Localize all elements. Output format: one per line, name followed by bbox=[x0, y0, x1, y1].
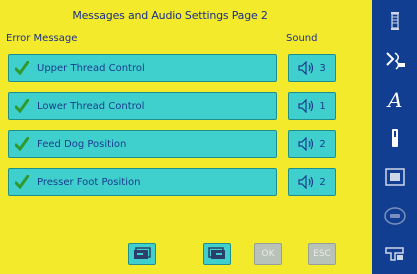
speaker-icon bbox=[298, 99, 314, 113]
sound-level: 2 bbox=[319, 176, 326, 188]
row-lower-thread-control[interactable]: Lower Thread Control bbox=[8, 92, 277, 120]
page-forward-button[interactable] bbox=[203, 243, 231, 265]
row-label: Feed Dog Position bbox=[37, 138, 127, 150]
sound-button-presser-foot[interactable]: 2 bbox=[288, 168, 336, 196]
sound-level: 3 bbox=[319, 62, 326, 74]
embroidery-frame-icon bbox=[384, 168, 405, 186]
sound-level: 2 bbox=[319, 138, 326, 150]
sound-button-lower-thread[interactable]: 1 bbox=[288, 92, 336, 120]
checkmark-icon bbox=[15, 99, 29, 113]
error-message-header: Error Message bbox=[6, 33, 78, 44]
machine-icon bbox=[384, 247, 404, 261]
sound-button-upper-thread[interactable]: 3 bbox=[288, 54, 336, 82]
checkmark-icon bbox=[15, 137, 29, 151]
settings-panel: Messages and Audio Settings Page 2 Error… bbox=[0, 0, 370, 274]
row-presser-foot-position[interactable]: Presser Foot Position bbox=[8, 168, 277, 196]
ok-label: OK bbox=[261, 249, 275, 259]
row-label: Upper Thread Control bbox=[37, 62, 145, 74]
sidebar: A bbox=[372, 0, 417, 274]
speaker-icon bbox=[298, 137, 314, 151]
letter-a-icon: A bbox=[386, 88, 402, 110]
buttonhole-icon bbox=[383, 207, 406, 225]
speaker-icon bbox=[298, 61, 314, 75]
sound-button-feed-dog[interactable]: 2 bbox=[288, 130, 336, 158]
sound-header: Sound bbox=[286, 33, 318, 44]
spool-button[interactable] bbox=[379, 8, 410, 34]
svg-text:A: A bbox=[386, 88, 402, 110]
page-title: Messages and Audio Settings Page 2 bbox=[72, 9, 268, 22]
row-label: Presser Foot Position bbox=[37, 176, 141, 188]
sound-level: 1 bbox=[319, 100, 326, 112]
page-back-icon bbox=[134, 247, 151, 259]
speaker-icon bbox=[298, 175, 314, 189]
esc-button[interactable]: ESC bbox=[308, 243, 336, 265]
row-label: Lower Thread Control bbox=[37, 100, 145, 112]
row-upper-thread-control[interactable]: Upper Thread Control bbox=[8, 54, 277, 82]
ok-button[interactable]: OK bbox=[254, 243, 282, 265]
page-forward-icon bbox=[208, 247, 225, 259]
page-back-button[interactable] bbox=[128, 243, 156, 265]
stitch-button[interactable] bbox=[379, 47, 410, 73]
embroidery-frame-button[interactable] bbox=[379, 164, 410, 190]
letter-button[interactable]: A bbox=[379, 86, 410, 112]
buttonhole-button[interactable] bbox=[379, 203, 410, 229]
needle-icon bbox=[391, 129, 398, 147]
checkmark-icon bbox=[15, 61, 29, 75]
needle-button[interactable] bbox=[379, 125, 410, 151]
row-feed-dog-position[interactable]: Feed Dog Position bbox=[8, 130, 277, 158]
stitch-icon bbox=[385, 52, 405, 70]
checkmark-icon bbox=[15, 175, 29, 189]
esc-label: ESC bbox=[313, 249, 331, 259]
spool-icon bbox=[390, 12, 399, 30]
machine-button[interactable] bbox=[379, 240, 410, 266]
